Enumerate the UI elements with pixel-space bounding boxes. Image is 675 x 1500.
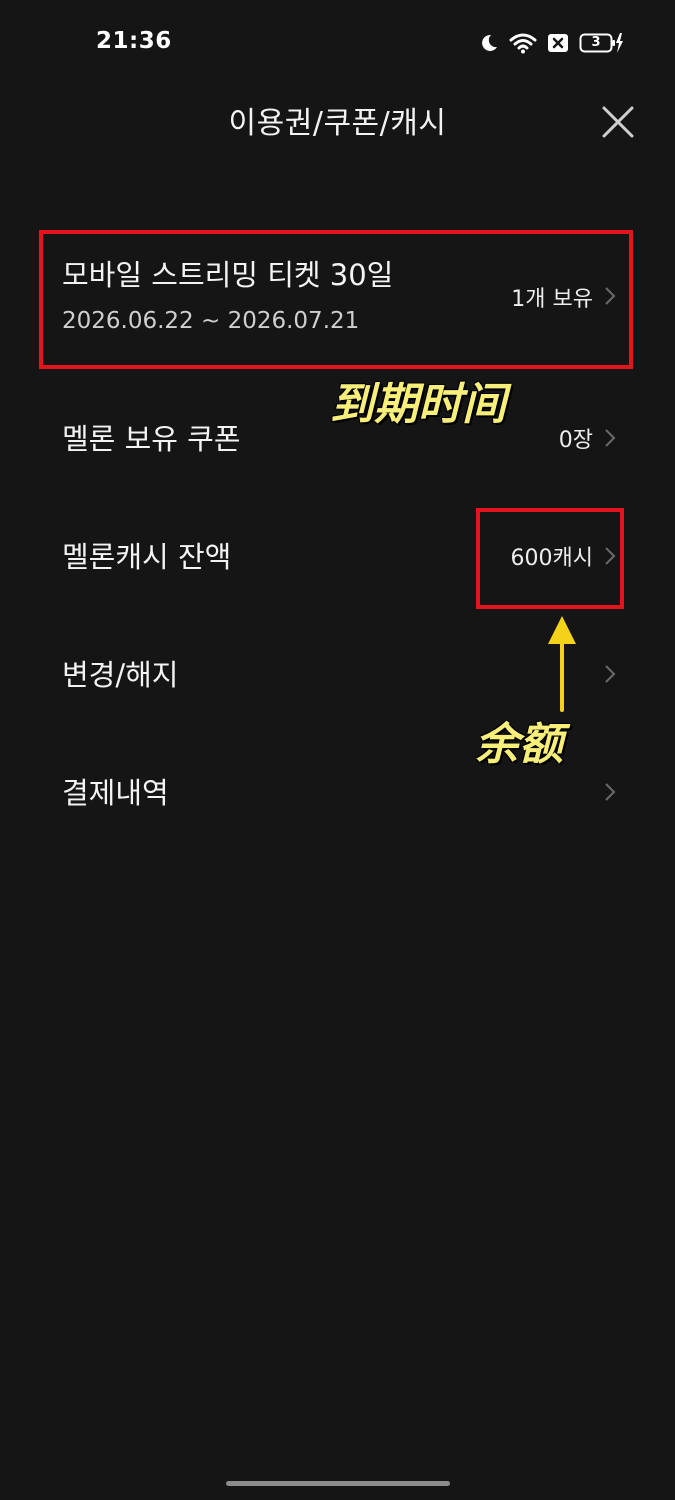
battery-level: 3 [591, 35, 601, 50]
balance-annotation: 余额 [475, 719, 563, 770]
chevron-right-icon [605, 783, 616, 801]
coupon-label: 멜론 보유 쿠폰 [62, 422, 241, 456]
status-icons: 3 [479, 30, 623, 56]
ticket-highlight-box [39, 230, 633, 369]
battery-icon: 3 [579, 32, 623, 54]
close-button[interactable] [598, 102, 638, 142]
home-indicator[interactable] [226, 1481, 450, 1486]
chevron-right-icon [605, 429, 616, 447]
wifi-icon [509, 32, 537, 54]
header: 이용권/쿠폰/캐시 [0, 86, 675, 156]
moon-icon [479, 33, 499, 53]
no-sim-icon [547, 33, 569, 53]
payment-history-item[interactable]: 결제내역 [0, 754, 675, 824]
cash-label: 멜론캐시 잔액 [62, 540, 232, 574]
up-arrow-icon [548, 616, 576, 712]
expiry-annotation: 到期时间 [330, 379, 506, 430]
chevron-right-icon [605, 665, 616, 683]
status-bar: 21:36 3 [0, 0, 675, 86]
close-icon [602, 106, 634, 138]
coupon-count: 0장 [558, 428, 593, 453]
change-cancel-label: 변경/해지 [62, 658, 179, 692]
payment-history-label: 결제내역 [62, 776, 169, 810]
status-time: 21:36 [96, 28, 172, 54]
page-title: 이용권/쿠폰/캐시 [228, 106, 447, 141]
cash-highlight-box [476, 508, 624, 609]
